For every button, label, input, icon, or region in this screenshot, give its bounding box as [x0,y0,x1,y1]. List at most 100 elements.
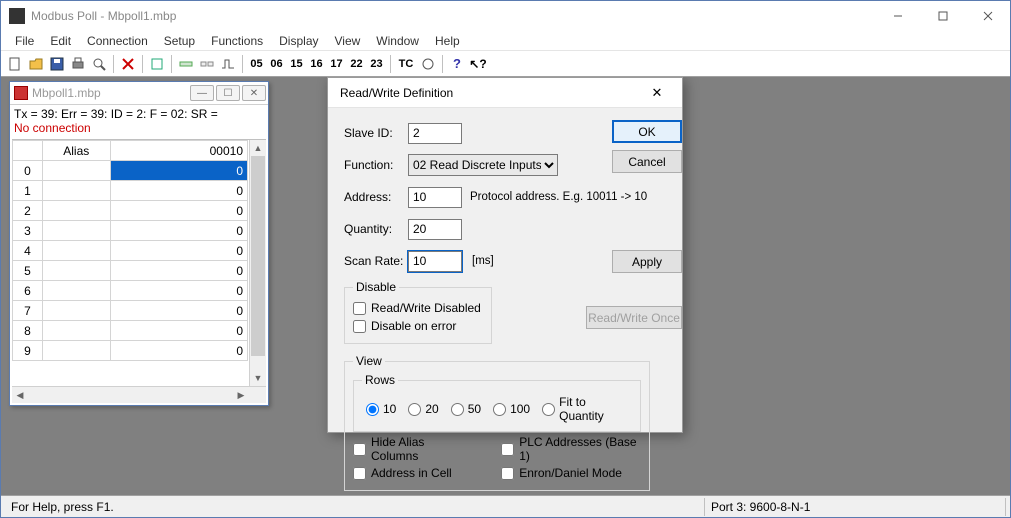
quantity-input[interactable] [408,219,462,240]
tools-icon[interactable] [418,54,438,74]
row-index[interactable]: 1 [13,181,43,201]
table-row[interactable]: 70 [13,301,248,321]
table-row[interactable]: 50 [13,261,248,281]
vertical-scrollbar[interactable]: ▲ ▼ [249,140,266,386]
value-cell[interactable]: 0 [110,341,248,361]
table-row[interactable]: 20 [13,201,248,221]
print-icon[interactable] [68,54,88,74]
menu-setup[interactable]: Setup [156,32,203,50]
menu-functions[interactable]: Functions [203,32,271,50]
table-row[interactable]: 60 [13,281,248,301]
child-close-button[interactable]: ✕ [242,85,266,101]
value-cell[interactable]: 0 [110,201,248,221]
close-button[interactable] [965,1,1010,31]
fn-15-button[interactable]: 15 [287,54,306,74]
apply-button[interactable]: Apply [612,250,682,273]
col-header-alias[interactable]: Alias [43,141,111,161]
value-cell[interactable]: 0 [110,261,248,281]
value-cell[interactable]: 0 [110,161,248,181]
scroll-thumb[interactable] [251,156,265,356]
minimize-button[interactable] [875,1,920,31]
data-grid[interactable]: Alias 00010 00102030405060708090 ▲ ▼ ◀ ▶ [12,139,266,403]
scroll-up-icon[interactable]: ▲ [250,140,266,156]
pulse-icon[interactable] [218,54,238,74]
address-in-cell-checkbox[interactable]: Address in Cell [353,464,467,482]
fn-16-button[interactable]: 16 [307,54,326,74]
fn-05-button[interactable]: 05 [247,54,266,74]
alias-cell[interactable] [43,201,111,221]
value-cell[interactable]: 0 [110,181,248,201]
alias-cell[interactable] [43,281,111,301]
fn-23-button[interactable]: 23 [367,54,386,74]
rw-disabled-checkbox[interactable]: Read/Write Disabled [353,299,483,317]
enron-mode-checkbox[interactable]: Enron/Daniel Mode [501,464,641,482]
table-row[interactable]: 00 [13,161,248,181]
delete-icon[interactable] [118,54,138,74]
dialog-close-button[interactable]: ✕ [642,78,672,108]
menu-file[interactable]: File [7,32,42,50]
table-row[interactable]: 40 [13,241,248,261]
rows-100-radio[interactable]: 100 [493,402,530,416]
fn-17-button[interactable]: 17 [327,54,346,74]
alias-cell[interactable] [43,261,111,281]
menu-window[interactable]: Window [368,32,427,50]
settings-icon[interactable] [147,54,167,74]
row-index[interactable]: 3 [13,221,43,241]
row-index[interactable]: 0 [13,161,43,181]
value-cell[interactable]: 0 [110,321,248,341]
scroll-down-icon[interactable]: ▼ [250,370,266,386]
ok-button[interactable]: OK [612,120,682,143]
rows-20-radio[interactable]: 20 [408,402,438,416]
row-index[interactable]: 9 [13,341,43,361]
rows-10-radio[interactable]: 10 [366,402,396,416]
save-icon[interactable] [47,54,67,74]
menu-view[interactable]: View [327,32,369,50]
alias-cell[interactable] [43,341,111,361]
horizontal-scrollbar[interactable]: ◀ ▶ [12,386,266,403]
menu-help[interactable]: Help [427,32,468,50]
menu-connection[interactable]: Connection [79,32,156,50]
scroll-right-icon[interactable]: ▶ [233,387,249,403]
function-select[interactable]: 02 Read Discrete Inputs (1x) [408,154,558,176]
row-index[interactable]: 8 [13,321,43,341]
row-index[interactable]: 4 [13,241,43,261]
col-header-index[interactable] [13,141,43,161]
rows-50-radio[interactable]: 50 [451,402,481,416]
slave-id-input[interactable] [408,123,462,144]
hide-alias-checkbox[interactable]: Hide Alias Columns [353,440,467,458]
value-cell[interactable]: 0 [110,241,248,261]
table-row[interactable]: 30 [13,221,248,241]
row-index[interactable]: 7 [13,301,43,321]
alias-cell[interactable] [43,161,111,181]
tc-button[interactable]: TC [395,54,417,74]
address-input[interactable] [408,187,462,208]
new-icon[interactable] [5,54,25,74]
value-cell[interactable]: 0 [110,301,248,321]
dialog-titlebar[interactable]: Read/Write Definition ✕ [328,78,682,108]
cancel-button[interactable]: Cancel [612,150,682,173]
value-cell[interactable]: 0 [110,281,248,301]
fn-06-button[interactable]: 06 [267,54,286,74]
rows-fit-radio[interactable]: Fit to Quantity [542,395,632,423]
disconnect-icon[interactable] [197,54,217,74]
child-maximize-button[interactable]: ☐ [216,85,240,101]
row-index[interactable]: 2 [13,201,43,221]
table-row[interactable]: 80 [13,321,248,341]
table-row[interactable]: 90 [13,341,248,361]
help-icon[interactable]: ? [447,54,467,74]
plc-addresses-checkbox[interactable]: PLC Addresses (Base 1) [501,440,641,458]
fn-22-button[interactable]: 22 [347,54,366,74]
menu-display[interactable]: Display [271,32,326,50]
child-titlebar[interactable]: Mbpoll1.mbp — ☐ ✕ [10,82,268,105]
child-minimize-button[interactable]: — [190,85,214,101]
table-row[interactable]: 10 [13,181,248,201]
alias-cell[interactable] [43,181,111,201]
maximize-button[interactable] [920,1,965,31]
value-cell[interactable]: 0 [110,221,248,241]
read-write-once-button[interactable]: Read/Write Once [586,306,682,329]
open-icon[interactable] [26,54,46,74]
alias-cell[interactable] [43,321,111,341]
context-help-icon[interactable]: ↖? [468,54,488,74]
col-header-value[interactable]: 00010 [110,141,248,161]
scan-rate-input[interactable] [408,251,462,272]
